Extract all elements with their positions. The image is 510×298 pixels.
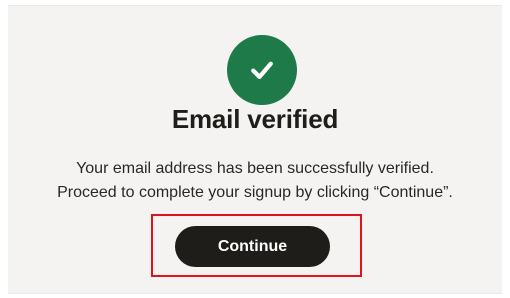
message-line: Proceed to complete your signup by click… bbox=[57, 184, 453, 201]
message-line: Your email address has been successfully… bbox=[76, 160, 434, 177]
check-icon bbox=[251, 61, 273, 79]
continue-button[interactable]: Continue bbox=[175, 226, 330, 267]
page-title: Email verified bbox=[171, 104, 339, 134]
success-badge bbox=[227, 35, 297, 105]
verification-message: Your email address has been successfully… bbox=[0, 157, 510, 205]
